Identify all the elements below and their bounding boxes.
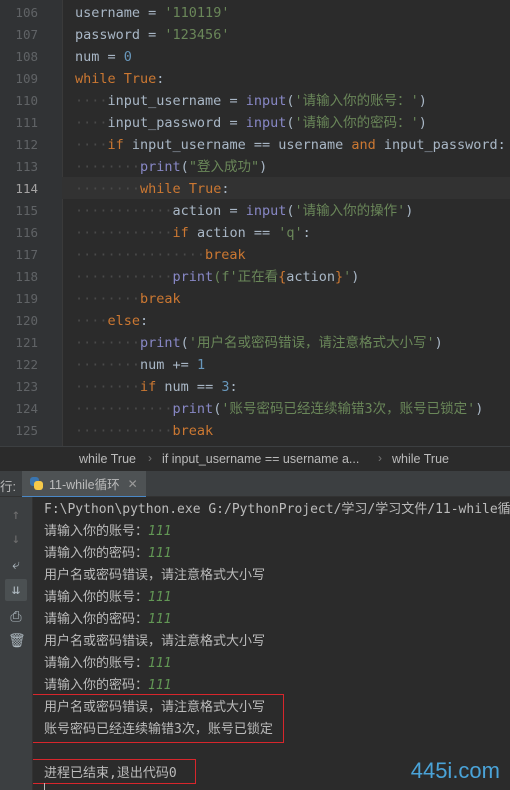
watermark: 445i.com (410, 758, 500, 783)
console-line: 请输入你的密码：111 (44, 546, 172, 561)
line-number: 125 (15, 423, 38, 438)
code-line-111[interactable]: ····input_password = input('请输入你的密码：') (75, 112, 427, 134)
run-tab[interactable]: 11-while循环 ✕ (22, 471, 146, 498)
line-number: 120 (15, 313, 38, 328)
line-number: 122 (15, 357, 38, 372)
print-icon[interactable]: ⎙ (8, 609, 24, 625)
code-line-107[interactable]: password = '123456' (75, 24, 229, 46)
console-line: 请输入你的账号：111 (44, 656, 172, 671)
breadcrumb-item-while-true-outer[interactable]: while True (79, 452, 136, 466)
code-line-119[interactable]: ········break (75, 288, 181, 310)
scroll-to-end-icon[interactable]: ⇊ (5, 579, 27, 601)
breadcrumb: while True › if input_username == userna… (0, 446, 510, 471)
line-number: 113 (15, 159, 38, 174)
console-line: 请输入你的账号：111 (44, 590, 172, 605)
line-number: 124 (15, 401, 38, 416)
line-number: 106 (15, 5, 38, 20)
code-line-106[interactable]: username = '110119' (75, 2, 229, 24)
run-tool-window-header: 行: 11-while循环 ✕ (0, 471, 510, 498)
line-number: 118 (15, 269, 38, 284)
arrow-down-icon[interactable]: ↓ (8, 531, 24, 547)
line-number: 119 (15, 291, 38, 306)
run-toolbar: ↑ ↓ ⤶ ⇊ ⎙ 🗑 (0, 497, 33, 790)
chevron-right-icon: › (378, 451, 382, 465)
line-number-gutter: 106 107 108 109 110 111 112 113 114 115 116 117 118 1… (0, 0, 63, 446)
trash-icon[interactable]: 🗑 (8, 633, 26, 649)
line-number: 117 (15, 247, 38, 262)
annotation-box-error-lines (33, 694, 284, 743)
code-line-116[interactable]: ············if action == 'q': (75, 222, 311, 244)
code-line-114[interactable]: ········while True: (75, 178, 229, 200)
console-caret (44, 783, 45, 790)
line-number: 110 (15, 93, 38, 108)
annotation-box-exit-line (33, 759, 196, 784)
python-icon (30, 477, 43, 490)
line-number: 109 (15, 71, 38, 86)
code-line-123[interactable]: ········if num == 3: (75, 376, 238, 398)
code-line-118[interactable]: ············print(f'正在看{action}') (75, 266, 359, 288)
code-line-122[interactable]: ········num += 1 (75, 354, 205, 376)
code-line-112[interactable]: ····if input_username == username and in… (75, 134, 506, 156)
code-line-115[interactable]: ············action = input('请输入你的操作') (75, 200, 413, 222)
console-line: 请输入你的密码：111 (44, 612, 172, 627)
line-number: 112 (15, 137, 38, 152)
line-number: 121 (15, 335, 38, 350)
line-number: 108 (15, 49, 38, 64)
console-line: 用户名或密码错误，请注意格式大小写 (44, 568, 266, 583)
line-number: 115 (15, 203, 38, 218)
code-editor[interactable]: 106 107 108 109 110 111 112 113 114 115 116 117 118 1… (0, 0, 510, 446)
arrow-up-icon[interactable]: ↑ (8, 507, 24, 523)
code-line-113[interactable]: ········print("登入成功") (75, 156, 267, 178)
chevron-right-icon: › (148, 451, 152, 465)
close-icon[interactable]: ✕ (128, 477, 138, 491)
code-line-108[interactable]: num = 0 (75, 46, 132, 68)
code-line-110[interactable]: ····input_username = input('请输入你的账号：') (75, 90, 427, 112)
run-tab-label: 11-while循环 (49, 478, 120, 492)
code-line-117[interactable]: ················break (75, 244, 246, 266)
run-console[interactable]: F:\Python\python.exe G:/PythonProject/学习… (33, 497, 510, 790)
code-line-120[interactable]: ····else: (75, 310, 148, 332)
console-line: F:\Python\python.exe G:/PythonProject/学习… (44, 502, 510, 517)
line-number: 123 (15, 379, 38, 394)
breadcrumb-item-if[interactable]: if input_username == username a... (162, 452, 359, 466)
code-line-109[interactable]: while True: (75, 68, 164, 90)
code-line-125[interactable]: ············break (75, 420, 213, 442)
run-label: 行: (0, 480, 16, 494)
line-number: 114 (15, 181, 38, 196)
line-number: 111 (15, 115, 38, 130)
code-line-121[interactable]: ········print('用户名或密码错误，请注意格式大小写') (75, 332, 443, 354)
breadcrumb-item-while-true-inner[interactable]: while True (392, 452, 449, 466)
console-line: 请输入你的账号：111 (44, 524, 172, 539)
soft-wrap-icon[interactable]: ⤶ (8, 557, 24, 573)
code-line-124[interactable]: ············print('账号密码已经连续输错3次，账号已锁定') (75, 398, 483, 420)
line-number: 107 (15, 27, 38, 42)
console-line: 用户名或密码错误，请注意格式大小写 (44, 634, 266, 649)
line-number: 116 (15, 225, 38, 240)
